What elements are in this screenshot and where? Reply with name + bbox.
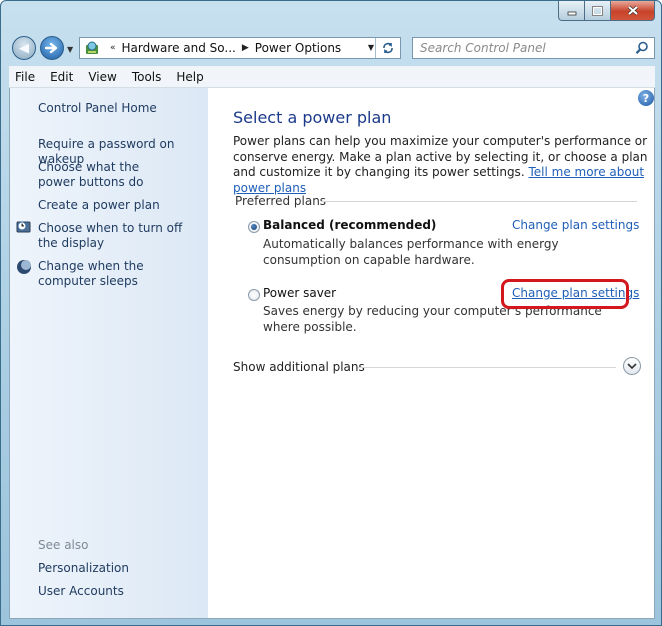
refresh-button[interactable] bbox=[375, 38, 400, 58]
address-bar[interactable]: « Hardware and So... ▶ Power Options ▼ bbox=[79, 37, 401, 59]
menu-bar: File Edit View Tools Help bbox=[9, 66, 655, 88]
chevron-down-icon bbox=[627, 363, 637, 370]
annotation-highlight-box bbox=[501, 279, 629, 309]
page-title: Select a power plan bbox=[233, 108, 392, 127]
expand-plans-button[interactable] bbox=[623, 357, 641, 375]
personalization-link[interactable]: Personalization bbox=[38, 561, 208, 576]
search-box bbox=[412, 37, 655, 59]
content-area: Control Panel Home Require a password on… bbox=[9, 88, 655, 619]
breadcrumb-power-options[interactable]: Power Options bbox=[255, 41, 341, 55]
address-dropdown-icon[interactable]: ▼ bbox=[368, 43, 374, 52]
sleep-moon-icon bbox=[17, 260, 31, 274]
task-create-plan-link[interactable]: Create a power plan bbox=[38, 198, 208, 213]
minimize-button[interactable] bbox=[558, 1, 585, 21]
navigation-bar: ◀ ▼ « Hardware and So... ▶ Power Options… bbox=[1, 31, 661, 64]
radio-balanced[interactable] bbox=[248, 221, 260, 233]
refresh-icon bbox=[383, 42, 393, 54]
task-turn-off-display-link[interactable]: Choose when to turn off the display bbox=[38, 221, 198, 251]
task-computer-sleeps-link[interactable]: Change when the computer sleeps bbox=[38, 259, 198, 289]
menu-file[interactable]: File bbox=[9, 70, 41, 84]
search-icon[interactable] bbox=[635, 41, 649, 55]
search-input[interactable] bbox=[413, 38, 630, 58]
plan-name-balanced[interactable]: Balanced (recommended) bbox=[263, 218, 436, 232]
breadcrumb-overflow-icon[interactable]: « bbox=[110, 43, 116, 53]
close-button[interactable] bbox=[611, 1, 655, 21]
main-pane: ? Select a power plan Power plans can he… bbox=[208, 88, 654, 618]
preferred-plans-heading: Preferred plans bbox=[235, 194, 327, 208]
history-dropdown[interactable]: ▼ bbox=[67, 45, 73, 54]
title-bar bbox=[1, 1, 661, 31]
user-accounts-link[interactable]: User Accounts bbox=[38, 584, 208, 599]
plan-description-balanced: Automatically balances performance with … bbox=[263, 237, 559, 267]
minimize-icon bbox=[567, 11, 576, 15]
breadcrumb-hardware-and-sound[interactable]: Hardware and So... bbox=[122, 41, 236, 55]
breadcrumb-separator-icon[interactable]: ▶ bbox=[242, 43, 249, 53]
control-panel-window: ◀ ▼ « Hardware and So... ▶ Power Options… bbox=[0, 0, 662, 626]
control-panel-icon bbox=[86, 41, 98, 54]
plan-name-power-saver[interactable]: Power saver bbox=[263, 286, 336, 300]
maximize-button[interactable] bbox=[585, 1, 611, 21]
radio-power-saver[interactable] bbox=[248, 289, 260, 301]
window-controls bbox=[558, 1, 655, 21]
menu-view[interactable]: View bbox=[79, 70, 122, 84]
task-power-buttons-link[interactable]: Choose what the power buttons do bbox=[38, 160, 178, 190]
maximize-icon bbox=[592, 5, 603, 16]
menu-tools[interactable]: Tools bbox=[123, 70, 168, 84]
control-panel-home-link[interactable]: Control Panel Home bbox=[38, 101, 208, 116]
menu-help[interactable]: Help bbox=[167, 70, 209, 84]
close-icon bbox=[627, 5, 638, 16]
see-also-heading: See also bbox=[38, 538, 89, 552]
task-pane: Control Panel Home Require a password on… bbox=[10, 88, 208, 618]
help-icon[interactable]: ? bbox=[638, 90, 654, 106]
intro-text: Power plans can help you maximize your c… bbox=[233, 134, 648, 196]
group-divider bbox=[321, 201, 637, 202]
display-clock-icon bbox=[16, 221, 31, 233]
arrow-right-icon bbox=[45, 42, 58, 54]
show-plans-divider bbox=[358, 367, 616, 368]
menu-edit[interactable]: Edit bbox=[41, 70, 79, 84]
show-additional-plans-label[interactable]: Show additional plans bbox=[233, 360, 365, 374]
change-plan-settings-balanced-link[interactable]: Change plan settings bbox=[512, 218, 639, 232]
forward-button[interactable] bbox=[40, 36, 64, 60]
back-button[interactable]: ◀ bbox=[12, 36, 36, 60]
arrow-left-icon: ◀ bbox=[19, 40, 29, 56]
chevron-down-icon: ▼ bbox=[67, 45, 74, 54]
